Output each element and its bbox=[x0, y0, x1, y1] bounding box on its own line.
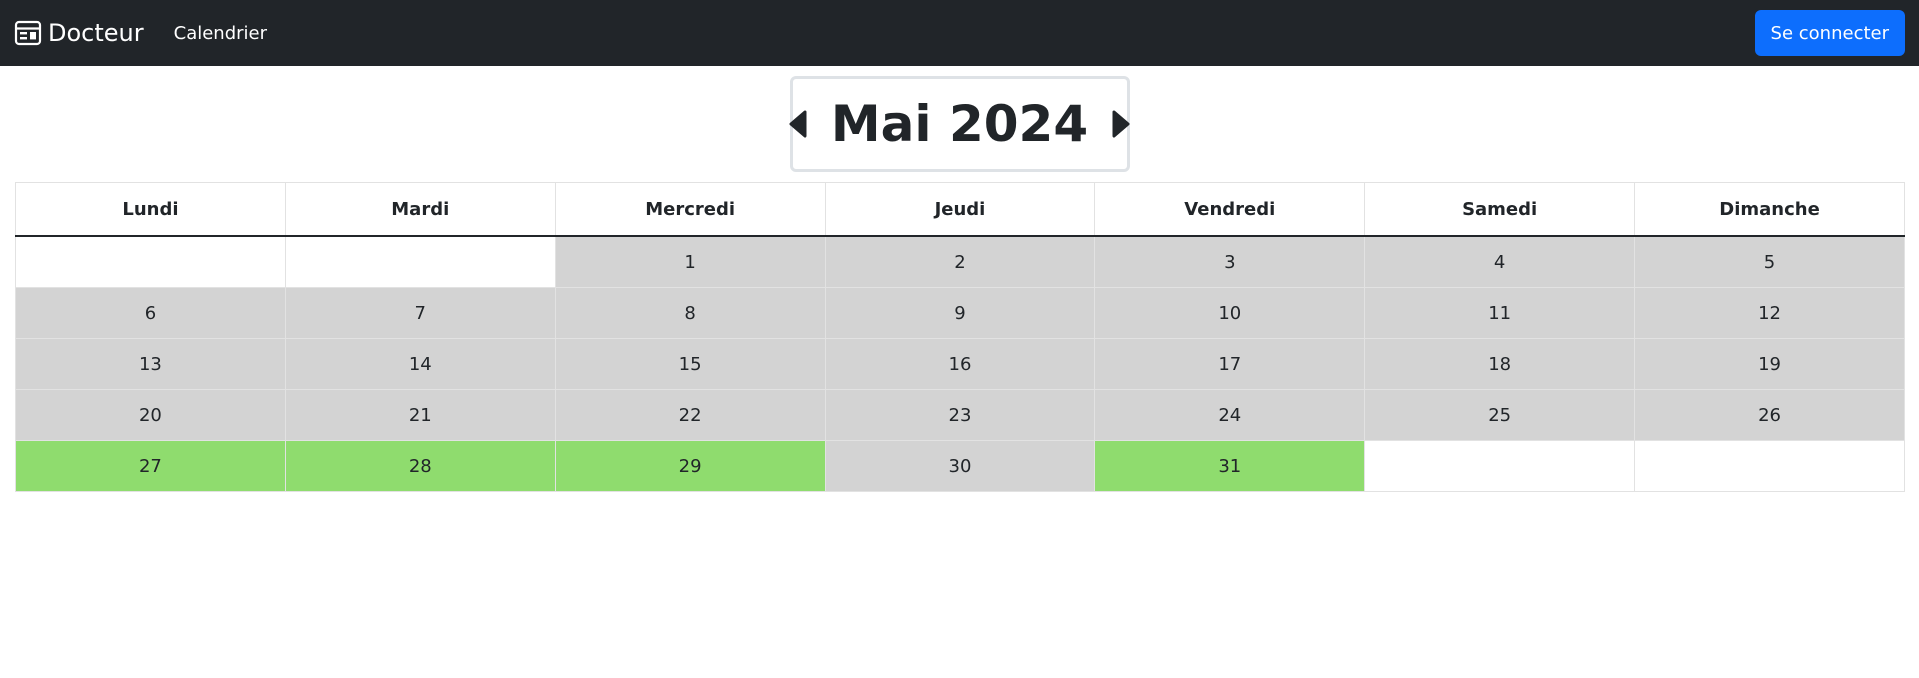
calendar-day-cell[interactable]: 4 bbox=[1364, 235, 1636, 288]
login-button[interactable]: Se connecter bbox=[1754, 10, 1905, 56]
calendar-day-cell[interactable]: 3 bbox=[1094, 235, 1366, 288]
weekday-header-row: Lundi Mardi Mercredi Jeudi Vendredi Same… bbox=[15, 182, 1905, 237]
calendar-day-cell[interactable]: 17 bbox=[1094, 338, 1366, 390]
calendar-day-cell[interactable]: 14 bbox=[284, 338, 556, 390]
calendar-day-cell[interactable]: 22 bbox=[554, 389, 826, 441]
calendar-table: Lundi Mardi Mercredi Jeudi Vendredi Same… bbox=[15, 182, 1905, 492]
calendar-day-cell[interactable]: 15 bbox=[554, 338, 826, 390]
top-navbar: Docteur Calendrier Se connecter bbox=[0, 0, 1919, 66]
calendar-day-cell[interactable]: 9 bbox=[824, 287, 1096, 339]
caret-left-icon[interactable] bbox=[785, 107, 811, 141]
calendar-week-row: 20 21 22 23 24 25 26 bbox=[15, 389, 1905, 441]
weekday-header: Samedi bbox=[1364, 182, 1636, 237]
calendar-day-cell[interactable]: 30 bbox=[824, 440, 1096, 492]
nav-link-calendrier[interactable]: Calendrier bbox=[174, 23, 267, 44]
calendar-empty-cell bbox=[15, 235, 286, 288]
calendar-day-cell[interactable]: 8 bbox=[554, 287, 826, 339]
calendar-day-cell[interactable]: 12 bbox=[1634, 287, 1905, 339]
calendar-day-cell[interactable]: 27 bbox=[15, 440, 286, 492]
weekday-header: Mardi bbox=[284, 182, 556, 237]
calendar-week-row: 6 7 8 9 10 11 12 bbox=[15, 287, 1905, 339]
weekday-header: Jeudi bbox=[824, 182, 1096, 237]
calendar-day-cell[interactable]: 16 bbox=[824, 338, 1096, 390]
month-selector: Mai 2024 bbox=[789, 76, 1130, 172]
calendar-card-icon bbox=[14, 19, 42, 47]
brand-link[interactable]: Docteur bbox=[14, 19, 144, 47]
calendar-day-cell[interactable]: 5 bbox=[1634, 235, 1905, 288]
calendar-day-cell[interactable]: 26 bbox=[1634, 389, 1905, 441]
calendar-day-cell[interactable]: 13 bbox=[15, 338, 286, 390]
calendar-day-cell[interactable]: 1 bbox=[554, 235, 826, 288]
calendar-day-cell[interactable]: 11 bbox=[1364, 287, 1636, 339]
month-title: Mai 2024 bbox=[830, 95, 1089, 153]
weekday-header: Vendredi bbox=[1094, 182, 1366, 237]
calendar-day-cell[interactable]: 28 bbox=[284, 440, 556, 492]
brand-text: Docteur bbox=[48, 19, 144, 47]
calendar-empty-cell bbox=[284, 235, 556, 288]
calendar-day-cell[interactable]: 6 bbox=[15, 287, 286, 339]
calendar-day-cell[interactable]: 18 bbox=[1364, 338, 1636, 390]
weekday-header: Dimanche bbox=[1634, 182, 1905, 237]
calendar-body: 1 2 3 4 5 6 7 8 9 10 11 12 13 14 15 16 17 18 19 20 21 22 23 24 2… bbox=[15, 235, 1905, 492]
calendar-day-cell[interactable]: 24 bbox=[1094, 389, 1366, 441]
weekday-header: Lundi bbox=[15, 182, 286, 237]
calendar-day-cell[interactable]: 25 bbox=[1364, 389, 1636, 441]
month-selector-wrap: Mai 2024 bbox=[0, 76, 1919, 172]
calendar-day-cell[interactable]: 19 bbox=[1634, 338, 1905, 390]
calendar-day-cell[interactable]: 23 bbox=[824, 389, 1096, 441]
calendar-week-row: 12345 bbox=[15, 235, 1905, 288]
weekday-header: Mercredi bbox=[554, 182, 826, 237]
calendar-week-row: 27 28 29 30 31 bbox=[15, 440, 1905, 492]
calendar-day-cell[interactable]: 20 bbox=[15, 389, 286, 441]
calendar-day-cell[interactable]: 31 bbox=[1094, 440, 1366, 492]
calendar-week-row: 13 14 15 16 17 18 19 bbox=[15, 338, 1905, 390]
caret-right-icon[interactable] bbox=[1108, 107, 1134, 141]
calendar-empty-cell bbox=[1634, 440, 1905, 492]
calendar-day-cell[interactable]: 10 bbox=[1094, 287, 1366, 339]
calendar-day-cell[interactable]: 21 bbox=[284, 389, 556, 441]
calendar-day-cell[interactable]: 29 bbox=[554, 440, 826, 492]
calendar-empty-cell bbox=[1364, 440, 1636, 492]
calendar-day-cell[interactable]: 7 bbox=[284, 287, 556, 339]
calendar-day-cell[interactable]: 2 bbox=[824, 235, 1096, 288]
